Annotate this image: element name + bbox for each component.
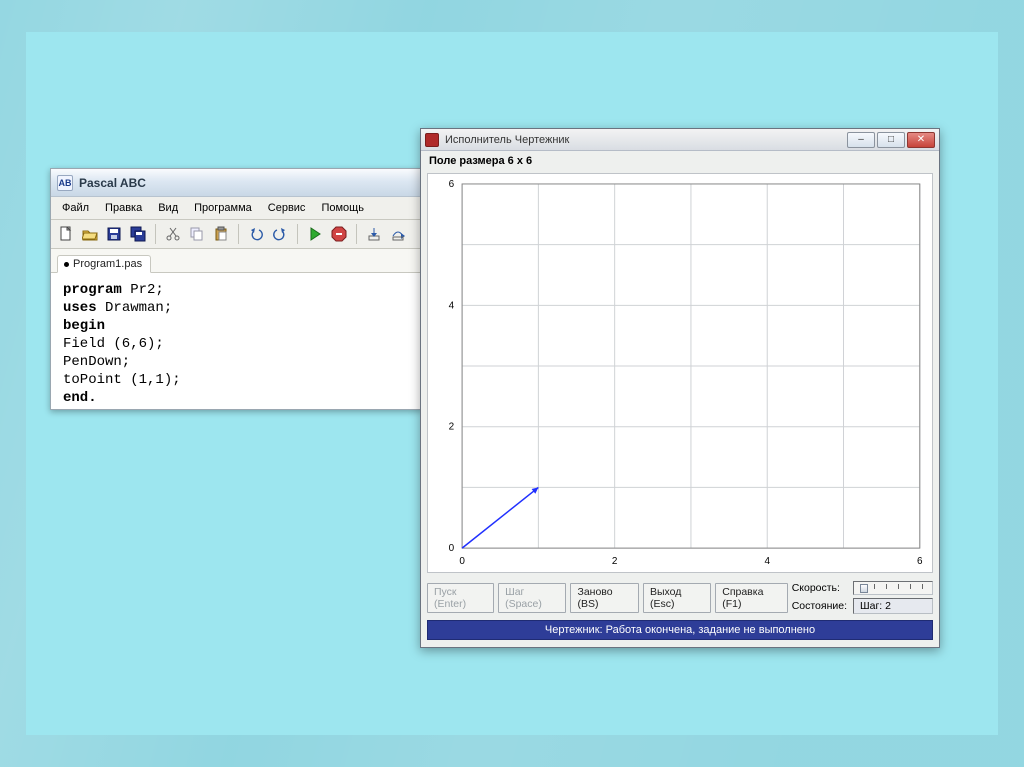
help-button[interactable]: Справка (F1) <box>715 583 787 613</box>
file-tab[interactable]: Program1.pas <box>57 255 151 273</box>
pascal-abc-window: AB Pascal ABC Файл Правка Вид Программа … <box>50 168 422 410</box>
menu-help[interactable]: Помощь <box>314 200 371 216</box>
redo-button[interactable] <box>269 223 291 245</box>
new-file-button[interactable] <box>55 223 77 245</box>
menu-program[interactable]: Программа <box>187 200 259 216</box>
menu-file[interactable]: Файл <box>55 200 96 216</box>
pascal-title-text: Pascal ABC <box>79 176 146 190</box>
slider-thumb-icon[interactable] <box>860 584 868 593</box>
close-button[interactable]: ✕ <box>907 132 935 148</box>
svg-text:6: 6 <box>449 179 455 190</box>
stop-button[interactable] <box>328 223 350 245</box>
run-button[interactable] <box>304 223 326 245</box>
step-over-button[interactable] <box>387 223 409 245</box>
open-file-button[interactable] <box>79 223 101 245</box>
field-size-label: Поле размера 6 x 6 <box>421 151 939 171</box>
svg-text:4: 4 <box>764 556 770 567</box>
drawman-title-text: Исполнитель Чертежник <box>445 134 569 146</box>
drawman-status: Чертежник: Работа окончена, задание не в… <box>427 620 933 640</box>
reset-button[interactable]: Заново (BS) <box>570 583 638 613</box>
drawman-window: Исполнитель Чертежник – □ ✕ Поле размера… <box>420 128 940 648</box>
code-text: Drawman; <box>97 300 173 316</box>
code-text: PenDown; <box>63 354 130 370</box>
exit-button[interactable]: Выход (Esc) <box>643 583 711 613</box>
kw-uses: uses <box>63 300 97 316</box>
drawing-field: 0 2 4 6 0 2 4 6 <box>427 173 933 573</box>
step-into-button[interactable] <box>363 223 385 245</box>
menu-edit[interactable]: Правка <box>98 200 149 216</box>
maximize-button[interactable]: □ <box>877 132 905 148</box>
copy-button[interactable] <box>186 223 208 245</box>
svg-text:0: 0 <box>459 556 465 567</box>
drawman-titlebar[interactable]: Исполнитель Чертежник – □ ✕ <box>421 129 939 151</box>
toolbar-separator <box>356 224 357 244</box>
modified-indicator-icon <box>64 262 69 267</box>
speed-slider[interactable] <box>853 581 933 595</box>
kw-begin: begin <box>63 318 105 334</box>
toolbar-separator <box>238 224 239 244</box>
speed-label: Скорость: <box>792 582 847 594</box>
drawman-app-icon <box>425 133 439 147</box>
pascal-tabs: Program1.pas <box>51 249 421 273</box>
minimize-button[interactable]: – <box>847 132 875 148</box>
toolbar-separator <box>297 224 298 244</box>
pascal-app-icon: AB <box>57 175 73 191</box>
kw-end: end. <box>63 390 97 406</box>
svg-text:2: 2 <box>449 422 455 433</box>
field-svg: 0 2 4 6 0 2 4 6 <box>428 174 932 572</box>
drawman-controls: Пуск (Enter) Шаг (Space) Заново (BS) Вых… <box>421 577 939 618</box>
svg-text:0: 0 <box>449 543 455 554</box>
save-all-button[interactable] <box>127 223 149 245</box>
pascal-toolbar <box>51 220 421 249</box>
svg-text:2: 2 <box>612 556 618 567</box>
menu-view[interactable]: Вид <box>151 200 185 216</box>
undo-button[interactable] <box>245 223 267 245</box>
pascal-menubar: Файл Правка Вид Программа Сервис Помощь <box>51 197 421 220</box>
code-text: toPoint (1,1); <box>63 372 181 388</box>
kw-program: program <box>63 282 122 298</box>
state-label: Состояние: <box>792 600 847 612</box>
cut-button[interactable] <box>162 223 184 245</box>
code-text: Field (6,6); <box>63 336 164 352</box>
svg-text:4: 4 <box>449 300 455 311</box>
toolbar-separator <box>155 224 156 244</box>
svg-text:6: 6 <box>917 556 923 567</box>
window-controls: – □ ✕ <box>847 132 935 148</box>
code-text: Pr2; <box>122 282 164 298</box>
paste-button[interactable] <box>210 223 232 245</box>
run-button[interactable]: Пуск (Enter) <box>427 583 494 613</box>
state-value: Шаг: 2 <box>853 598 933 614</box>
pascal-titlebar[interactable]: AB Pascal ABC <box>51 169 421 197</box>
code-editor[interactable]: program Pr2; uses Drawman; begin Field (… <box>51 273 421 415</box>
tab-label: Program1.pas <box>73 258 142 270</box>
menu-service[interactable]: Сервис <box>261 200 313 216</box>
save-button[interactable] <box>103 223 125 245</box>
step-button[interactable]: Шаг (Space) <box>498 583 566 613</box>
